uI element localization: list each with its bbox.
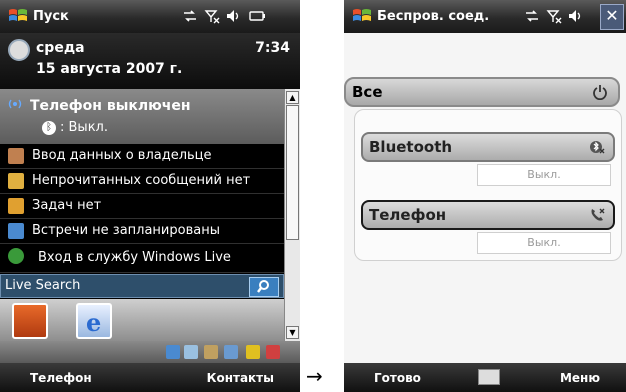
- wireless-manager-screen: Беспров. соед. ✕ Все Bluetooth Выкл. Тел…: [344, 0, 626, 392]
- phone-icon: [591, 208, 605, 221]
- phone-status-label: Телефон выключен: [30, 98, 191, 114]
- list-item-calendar[interactable]: Встречи не запланированы: [0, 219, 284, 244]
- done-softkey[interactable]: Готово: [374, 371, 421, 385]
- volume-icon[interactable]: [226, 8, 242, 24]
- keyboard-icon[interactable]: [478, 369, 500, 385]
- wireless-body: Все Bluetooth Выкл. Телефон Выкл.: [344, 33, 626, 363]
- battery-status-icon[interactable]: [246, 345, 260, 359]
- status-icons: [524, 8, 584, 24]
- internet-explorer-icon[interactable]: e: [76, 303, 112, 339]
- list-item-owner[interactable]: Ввод данных о владельце: [0, 144, 284, 169]
- signal-off-icon[interactable]: [204, 8, 220, 24]
- phone-label: Телефон: [369, 206, 447, 224]
- calendar-icon: [8, 223, 24, 239]
- title-bar: Беспров. соед. ✕: [344, 0, 626, 33]
- list-item-label: Встречи не запланированы: [32, 223, 220, 238]
- title-bar: Пуск: [0, 0, 300, 33]
- envelope-icon: [8, 173, 24, 189]
- battery-icon[interactable]: [248, 8, 266, 24]
- power-icon: [593, 85, 607, 100]
- list-item-tasks[interactable]: Задач нет: [0, 194, 284, 219]
- storage-icon[interactable]: [204, 345, 218, 359]
- contacts-softkey[interactable]: Контакты: [207, 371, 274, 385]
- bluetooth-icon: ᛒ: [42, 121, 56, 135]
- windows-start-icon[interactable]: [8, 7, 28, 25]
- live-search-box[interactable]: Live Search: [0, 274, 284, 298]
- bluetooth-icon: [590, 141, 605, 154]
- list-item-label: Вход в службу Windows Live: [38, 250, 231, 265]
- connectivity-icon[interactable]: [524, 8, 540, 24]
- scrollbar[interactable]: ▲ ▼: [284, 89, 300, 341]
- connectivity-icon[interactable]: [182, 8, 198, 24]
- phone-softkey[interactable]: Телефон: [30, 371, 92, 385]
- clock-icon: [8, 39, 30, 61]
- scroll-thumb[interactable]: [286, 105, 299, 240]
- notification-tray: [0, 341, 300, 363]
- phone-state: Выкл.: [477, 232, 611, 254]
- volume-icon[interactable]: [568, 8, 584, 24]
- window-title: Беспров. соед.: [377, 9, 490, 24]
- soft-key-bar: Телефон Контакты: [0, 363, 300, 392]
- signal-off-icon[interactable]: [546, 8, 562, 24]
- mic-icon[interactable]: [166, 345, 180, 359]
- date-label: 15 августа 2007 г.: [36, 61, 183, 77]
- tools-icon[interactable]: [184, 345, 198, 359]
- status-icons: [182, 8, 266, 24]
- menu-softkey[interactable]: Меню: [560, 371, 600, 385]
- antenna-icon: [8, 99, 22, 109]
- windows-start-icon[interactable]: [352, 7, 372, 25]
- mio-app-icon[interactable]: [12, 303, 48, 339]
- scroll-down-arrow[interactable]: ▼: [286, 326, 299, 339]
- owner-icon: [8, 148, 24, 164]
- list-item-label: Непрочитанных сообщений нет: [32, 173, 251, 188]
- bluetooth-state-label: : Выкл.: [60, 120, 108, 135]
- gps-icon[interactable]: [224, 345, 238, 359]
- search-icon: [257, 280, 269, 293]
- svg-text:e: e: [86, 308, 101, 337]
- phone-toggle[interactable]: Телефон: [361, 200, 615, 230]
- date-time-block[interactable]: среда 15 августа 2007 г. 7:34: [0, 33, 300, 89]
- phone-status-item[interactable]: Телефон выключен ᛒ : Выкл.: [0, 89, 284, 144]
- app-tiles: e: [0, 299, 284, 341]
- list-item-label: Задач нет: [32, 198, 102, 213]
- transition-arrow: →: [306, 364, 323, 388]
- device-panel: Bluetooth Выкл. Телефон Выкл.: [354, 109, 622, 261]
- connection-icon[interactable]: [266, 345, 280, 359]
- tasks-icon: [8, 198, 24, 214]
- today-screen: Пуск среда 15 августа 2007 г. 7:34 Телеф…: [0, 0, 300, 392]
- bluetooth-state: Выкл.: [477, 164, 611, 186]
- today-list: Телефон выключен ᛒ : Выкл. Ввод данных о…: [0, 89, 284, 341]
- windows-live-icon: [8, 248, 24, 264]
- list-item-messages[interactable]: Непрочитанных сообщений нет: [0, 169, 284, 194]
- all-label: Все: [352, 83, 383, 101]
- list-item-label: Ввод данных о владельце: [32, 148, 212, 163]
- search-button[interactable]: [249, 277, 279, 297]
- bluetooth-toggle[interactable]: Bluetooth: [361, 132, 615, 162]
- scroll-up-arrow[interactable]: ▲: [286, 91, 299, 104]
- bluetooth-label: Bluetooth: [369, 138, 453, 156]
- close-button[interactable]: ✕: [600, 4, 624, 30]
- soft-key-bar: Готово Меню: [344, 363, 626, 392]
- list-item-windows-live[interactable]: Вход в службу Windows Live: [0, 244, 284, 273]
- time-label: 7:34: [255, 40, 290, 56]
- weekday-label: среда: [36, 40, 85, 56]
- start-title[interactable]: Пуск: [33, 9, 69, 24]
- live-search-label: Live Search: [5, 278, 81, 293]
- all-wireless-toggle[interactable]: Все: [344, 77, 620, 107]
- close-icon: ✕: [605, 6, 619, 25]
